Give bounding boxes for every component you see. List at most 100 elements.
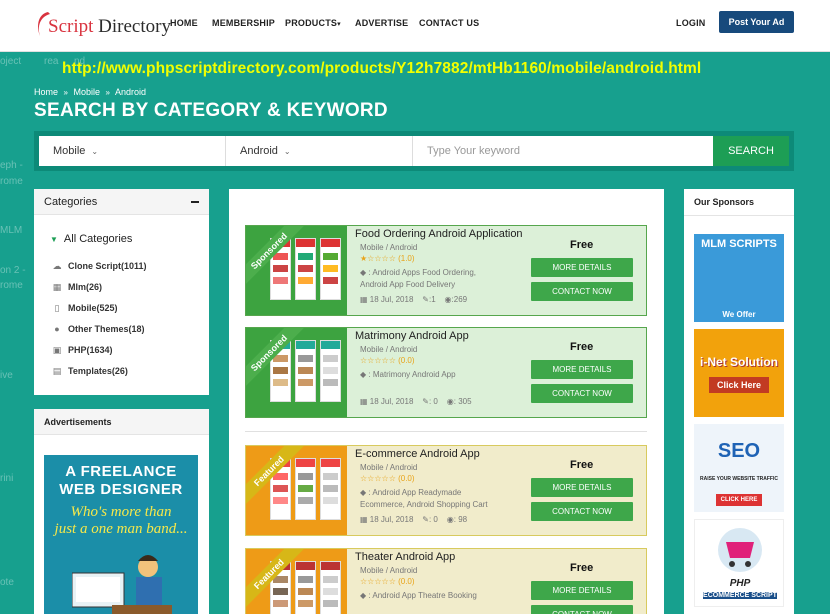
ad-subtitle: We Offer: [722, 310, 756, 319]
ghost-label: oject: [0, 56, 22, 67]
listing-price: Free: [570, 562, 594, 574]
mlm-scripts-ad[interactable]: MLM SCRIPTS We Offer: [694, 234, 784, 322]
category-item[interactable]: ▦ Mlm(26): [52, 282, 102, 293]
listing-card[interactable]: Sponsored Matrimony Android App Mobile /…: [245, 327, 647, 418]
phone-screenshot: [320, 340, 341, 402]
caret-down-icon: ▾: [337, 21, 341, 28]
hierarchy-icon: ▦: [52, 282, 62, 292]
listing-comments: : 0: [428, 397, 438, 406]
contact-now-button[interactable]: CONTACT NOW: [531, 282, 633, 301]
listing-price: Free: [570, 341, 594, 353]
listing-category: Mobile / Android: [360, 566, 418, 575]
calendar-icon: ▦: [360, 397, 368, 406]
ad-click-button[interactable]: CLICK HERE: [716, 494, 762, 506]
category-label: Mlm(26): [68, 282, 103, 292]
seo-ad[interactable]: SEO RAISE YOUR WEBSITE TRAFFIC CLICK HER…: [694, 424, 784, 512]
phone-screenshot: [320, 458, 341, 520]
more-details-button[interactable]: MORE DETAILS: [531, 478, 633, 497]
listing-meta: ▦ 18 Jul, 2018 ✎:1 ◉:269: [360, 295, 467, 304]
category-label: Templates(26): [68, 366, 128, 376]
site-logo[interactable]: Script Directory: [34, 8, 171, 42]
more-details-button[interactable]: MORE DETAILS: [531, 258, 633, 277]
listing-thumbnail[interactable]: Sponsored: [246, 328, 347, 417]
subcategory-select[interactable]: Android ⌄: [226, 136, 413, 166]
listing-card[interactable]: Featured E-commerce Android App Mobile /…: [245, 445, 647, 536]
listing-category: Mobile / Android: [360, 345, 418, 354]
listing-price: Free: [570, 239, 594, 251]
categories-heading-text: Categories: [44, 196, 98, 208]
tags-text: Ecommerce, Android Shopping Cart: [360, 500, 488, 509]
category-select-value: Mobile: [53, 145, 86, 157]
breadcrumb-android: Android: [115, 87, 147, 97]
search-button[interactable]: SEARCH: [713, 136, 789, 166]
listing-title[interactable]: E-commerce Android App: [355, 448, 480, 460]
collapse-icon[interactable]: [191, 201, 199, 203]
listing-price: Free: [570, 459, 594, 471]
ad-text: A FREELANCE: [65, 463, 177, 480]
listing-card[interactable]: Featured Theater Android App Mobile / An…: [245, 548, 647, 614]
document-icon: ▤: [52, 366, 62, 376]
category-item[interactable]: ☁ Clone Script(1011): [52, 261, 147, 272]
star-icon: ☆☆☆☆☆: [360, 474, 396, 483]
listing-date: 18 Jul, 2018: [369, 515, 414, 524]
listing-title[interactable]: Matrimony Android App: [355, 330, 469, 342]
ghost-label: rea: [44, 56, 59, 67]
tag-icon: ◆: [360, 488, 367, 497]
listing-thumbnail[interactable]: Sponsored: [246, 226, 347, 315]
post-ad-button[interactable]: Post Your Ad: [719, 11, 794, 33]
phone-screenshot: [295, 238, 316, 300]
nav-login[interactable]: LOGIN: [676, 18, 706, 28]
inet-solution-ad[interactable]: i-Net Solution Click Here: [694, 329, 784, 417]
category-select[interactable]: Mobile ⌄: [39, 136, 226, 166]
more-details-button[interactable]: MORE DETAILS: [531, 360, 633, 379]
keyword-input[interactable]: [413, 136, 713, 166]
ghost-label: eph -: [0, 160, 23, 171]
breadcrumb-mobile[interactable]: Mobile: [74, 87, 101, 97]
listing-title[interactable]: Food Ordering Android Application: [355, 228, 523, 240]
freelance-ad-banner[interactable]: A FREELANCE WEB DESIGNER Who's more than…: [44, 455, 198, 614]
nav-contact[interactable]: CONTACT US: [419, 18, 479, 28]
category-item[interactable]: ▤ Templates(26): [52, 366, 128, 377]
mobile-icon: ▯: [54, 303, 60, 313]
contact-now-button[interactable]: CONTACT NOW: [531, 502, 633, 521]
rating-value: (0.0): [398, 356, 415, 365]
tags-text: : Android App Readymade: [368, 488, 462, 497]
sponsors-panel: Our Sponsors MLM SCRIPTS We Offer i-Net …: [684, 189, 794, 614]
listing-views: :269: [451, 295, 468, 304]
ghost-label: MLM: [0, 225, 23, 236]
nav-membership[interactable]: MEMBERSHIP: [212, 18, 275, 28]
nav-products-label: PRODUCTS: [285, 18, 338, 28]
categories-heading[interactable]: Categories: [34, 189, 209, 215]
nav-products[interactable]: PRODUCTS▾: [285, 18, 341, 28]
ad-click-button[interactable]: Click Here: [709, 377, 769, 393]
nav-advertise[interactable]: ADVERTISE: [355, 18, 408, 28]
nav-home[interactable]: HOME: [170, 18, 198, 28]
ad-text: WEB DESIGNER: [59, 481, 183, 498]
rating-stars: ☆☆☆☆☆ (0.0): [360, 577, 415, 586]
category-item[interactable]: ▣ PHP(1634): [52, 345, 113, 356]
search-bar: Mobile ⌄ Android ⌄ SEARCH: [34, 131, 794, 171]
php-ecommerce-ad[interactable]: PHP ECOMMERCE SCRIPT: [694, 519, 784, 607]
more-details-button[interactable]: MORE DETAILS: [531, 581, 633, 600]
contact-now-button[interactable]: CONTACT NOW: [531, 605, 633, 614]
category-item[interactable]: ● Other Themes(18): [52, 324, 144, 334]
code-icon: ▣: [52, 345, 62, 355]
ad-text: just a one man band...: [54, 521, 188, 537]
listing-thumbnail[interactable]: Featured: [246, 549, 347, 614]
all-categories-link[interactable]: ▼ All Categories: [50, 233, 132, 245]
edit-icon: ✎: [422, 397, 429, 406]
category-label: PHP(1634): [68, 345, 113, 355]
contact-now-button[interactable]: CONTACT NOW: [531, 384, 633, 403]
caret-down-icon: ▼: [50, 235, 58, 244]
breadcrumb: Home » Mobile » Android: [34, 87, 146, 97]
listing-category: Mobile / Android: [360, 463, 418, 472]
category-item[interactable]: ▯ Mobile(525): [52, 303, 118, 314]
listing-thumbnail[interactable]: Featured: [246, 446, 347, 535]
listing-title[interactable]: Theater Android App: [355, 551, 455, 563]
listing-comments: : 0: [428, 515, 438, 524]
breadcrumb-home[interactable]: Home: [34, 87, 58, 97]
chevron-right-icon: »: [105, 88, 110, 97]
listing-tags: ◆ : Matrimony Android App: [360, 369, 520, 381]
ad-title: SEO: [717, 440, 761, 462]
listing-card[interactable]: Sponsored Food Ordering Android Applicat…: [245, 225, 647, 316]
